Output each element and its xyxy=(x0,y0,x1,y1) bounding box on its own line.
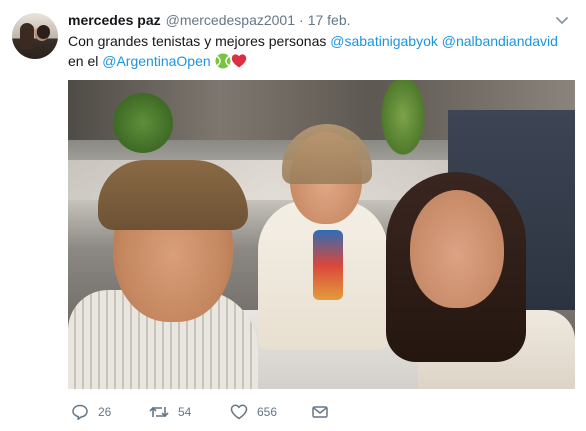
retweet-icon xyxy=(149,403,169,421)
author-handle[interactable]: @mercedespaz2001 xyxy=(166,12,295,28)
red-heart-emoji xyxy=(231,53,247,69)
retweet-count: 54 xyxy=(178,405,192,419)
header-separator: · xyxy=(299,12,304,28)
mention-link-sabatinigabyok[interactable]: @sabatinigabyok xyxy=(330,33,438,49)
envelope-icon xyxy=(311,403,329,421)
photo-plant-left xyxy=(108,88,178,158)
author-name[interactable]: mercedes paz xyxy=(68,12,161,28)
tweet-photo[interactable] xyxy=(68,80,575,389)
photo-person-right-face xyxy=(410,190,504,308)
heart-icon xyxy=(230,403,248,421)
avatar[interactable] xyxy=(12,13,58,59)
tweet-text-segment: en el xyxy=(68,53,103,69)
photo-person-left-hair xyxy=(98,160,248,230)
tweet-text: Con grandes tenistas y mejores personas … xyxy=(68,31,574,71)
direct-message-button[interactable] xyxy=(311,399,329,425)
like-count: 656 xyxy=(257,405,278,419)
photo-plant-center xyxy=(373,80,433,170)
tennis-ball-emoji xyxy=(215,53,231,69)
tweet-date[interactable]: 17 feb. xyxy=(308,12,351,28)
reply-icon xyxy=(71,403,89,421)
chevron-down-icon[interactable] xyxy=(555,14,569,26)
tweet-text-segment: Con grandes tenistas y mejores personas xyxy=(68,33,331,49)
reply-button[interactable]: 26 xyxy=(71,399,111,425)
tweet-actions: 26 54 656 xyxy=(68,399,574,425)
like-button[interactable]: 656 xyxy=(230,399,277,425)
tweet-header: mercedes paz @mercedespaz2001 · 17 feb. xyxy=(68,12,351,30)
mention-link-argentinaopen[interactable]: @ArgentinaOpen xyxy=(102,53,210,69)
retweet-button[interactable]: 54 xyxy=(149,399,191,425)
avatar-figure-left xyxy=(20,23,34,49)
photo-person-center-scarf xyxy=(313,230,343,300)
tweet-card: mercedes paz @mercedespaz2001 · 17 feb. … xyxy=(0,0,586,431)
avatar-figure-right xyxy=(37,25,50,39)
reply-count: 26 xyxy=(98,405,112,419)
mention-link-nalbandiandavid[interactable]: @nalbandiandavid xyxy=(442,33,558,49)
